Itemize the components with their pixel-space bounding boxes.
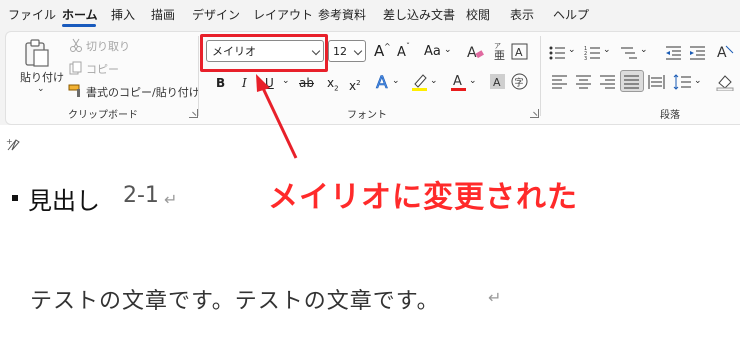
tab-references[interactable]: 参考資料 — [318, 0, 366, 28]
chevron-down-icon[interactable]: ⌄ — [37, 84, 45, 94]
highlighter-icon[interactable] — [410, 72, 430, 92]
annotation-text: メイリオに変更された — [268, 180, 578, 215]
multilevel-list-icon[interactable] — [619, 45, 641, 61]
clear-formatting-icon[interactable]: A — [466, 43, 484, 61]
svg-text:A: A — [376, 73, 388, 92]
tab-mailings[interactable]: 差し込み文書 — [383, 0, 455, 28]
font-size-value: 12 — [333, 45, 347, 58]
clipboard-launcher-icon[interactable] — [189, 109, 198, 118]
tab-layout[interactable]: レイアウト — [253, 0, 313, 28]
tab-insert[interactable]: 挿入 — [111, 0, 135, 28]
svg-text:A: A — [717, 45, 727, 61]
grow-font-button[interactable]: A — [374, 43, 384, 59]
align-right-icon[interactable] — [599, 74, 617, 90]
italic-button[interactable]: I — [242, 75, 247, 91]
group-separator — [198, 36, 199, 116]
tab-view[interactable]: 表示 — [510, 0, 534, 28]
line-spacing-icon[interactable] — [673, 74, 693, 90]
paragraph-mark-icon: ↵ — [164, 190, 178, 209]
justify-icon — [624, 75, 639, 89]
text-effects-icon[interactable]: A — [374, 72, 394, 92]
character-shading-icon[interactable]: A — [489, 73, 507, 91]
superscript-button[interactable]: x2 — [349, 75, 361, 94]
chevron-down-icon[interactable]: ⌄ — [603, 42, 611, 58]
heading-text[interactable]: 見出し — [28, 181, 100, 216]
paste-button[interactable] — [16, 38, 56, 94]
distributed-icon[interactable] — [648, 74, 666, 90]
font-size-combobox[interactable]: 12 — [328, 40, 366, 62]
paste-label: 貼り付け — [20, 71, 64, 84]
clipboard-group-label: クリップボード — [68, 110, 138, 121]
change-case-button[interactable]: Aa — [424, 44, 441, 60]
heading-bullet-marker — [12, 195, 18, 201]
svg-text:3: 3 — [584, 56, 587, 61]
body-paragraph[interactable]: テストの文章です。テストの文章です。 — [30, 283, 440, 315]
justify-button[interactable] — [620, 70, 644, 92]
chevron-down-icon[interactable]: ⌄ — [469, 73, 477, 89]
svg-text:A: A — [493, 76, 501, 89]
svg-text:亜: 亜 — [494, 49, 505, 61]
strikethrough-button[interactable]: ab — [299, 75, 314, 91]
format-painter-icon — [68, 84, 80, 97]
chevron-down-icon[interactable]: ⌄ — [444, 42, 452, 58]
svg-text:+: + — [6, 137, 13, 146]
svg-text:A: A — [467, 45, 477, 61]
copy-button[interactable]: コピー — [86, 61, 119, 77]
paragraph-mark-icon: ↵ — [488, 288, 502, 307]
svg-text:字: 字 — [515, 77, 524, 89]
enclose-character-icon[interactable]: 字 — [511, 73, 529, 91]
tab-review[interactable]: 校閲 — [466, 0, 490, 28]
asian-layout-icon[interactable]: A — [716, 43, 736, 61]
paragraph-group-label: 段落 — [660, 110, 680, 121]
copy-icon — [69, 61, 82, 75]
increase-indent-icon[interactable] — [689, 45, 707, 61]
tab-design[interactable]: デザイン — [192, 0, 240, 28]
chevron-down-icon[interactable]: ⌄ — [694, 73, 702, 89]
shrink-font-button[interactable]: A — [397, 45, 406, 61]
svg-text:A: A — [453, 74, 462, 89]
caret-up-icon: ^ — [384, 42, 391, 51]
chevron-down-icon[interactable]: ⌄ — [430, 73, 438, 89]
format-painter-button[interactable]: 書式のコピー/貼り付け — [86, 84, 200, 100]
group-separator — [540, 36, 541, 116]
tab-draw[interactable]: 描画 — [151, 0, 175, 28]
tab-help[interactable]: ヘルプ — [553, 0, 589, 28]
chevron-down-icon[interactable]: ⌄ — [568, 42, 576, 58]
phonetic-guide-icon[interactable]: ア 亜 — [490, 41, 506, 61]
font-group-label: フォント — [347, 110, 387, 121]
decrease-indent-icon[interactable] — [665, 45, 683, 61]
align-center-icon[interactable] — [575, 74, 593, 90]
font-color-icon[interactable]: A — [449, 72, 469, 92]
chevron-down-icon[interactable]: ⌄ — [282, 73, 290, 89]
clipboard-icon — [25, 39, 49, 67]
character-border-icon[interactable]: A — [511, 43, 529, 61]
font-name-highlight — [200, 34, 328, 72]
chevron-down-icon[interactable]: ⌄ — [640, 42, 648, 58]
chevron-down-icon[interactable] — [353, 46, 363, 56]
heading-number[interactable]: 2-1 — [123, 183, 159, 208]
format-marker-icon: + — [6, 137, 20, 151]
active-tab-indicator — [62, 24, 96, 27]
bold-button[interactable]: B — [216, 75, 225, 91]
tab-file[interactable]: ファイル — [8, 0, 56, 28]
underline-button[interactable]: U — [265, 75, 274, 91]
subscript-button[interactable]: x2 — [327, 75, 339, 96]
scissors-icon — [70, 38, 82, 52]
font-launcher-icon[interactable] — [530, 109, 539, 118]
cut-button[interactable]: 切り取り — [86, 38, 130, 54]
caret-down-icon: ˇ — [406, 42, 410, 51]
align-left-icon[interactable] — [551, 74, 569, 90]
menu-bar: ファイル ホーム 挿入 描画 デザイン レイアウト 参考資料 差し込み文書 校閲… — [0, 0, 740, 28]
chevron-down-icon[interactable]: ⌄ — [392, 73, 400, 89]
shading-icon[interactable] — [716, 73, 736, 91]
svg-text:A: A — [515, 46, 523, 59]
